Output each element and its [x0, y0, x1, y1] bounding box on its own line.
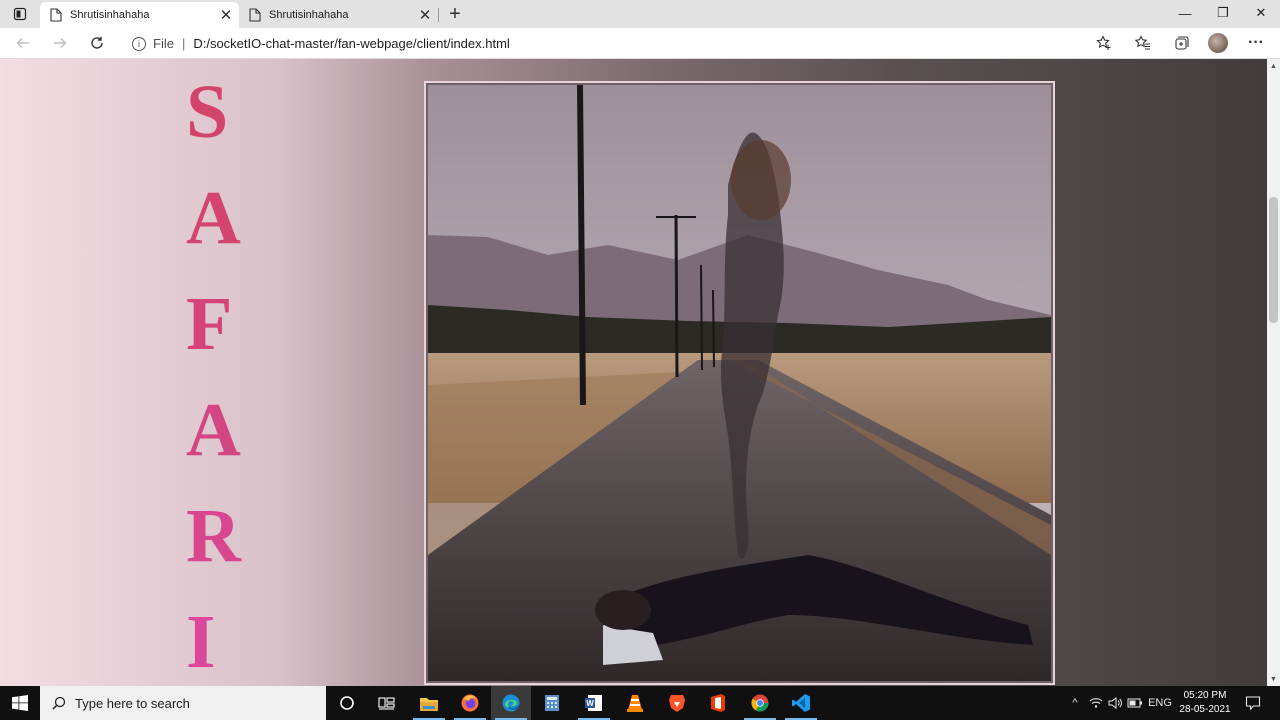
close-tab-button[interactable]: ✕ [414, 4, 436, 26]
profile-avatar[interactable] [1208, 33, 1228, 53]
vertical-title: S A F A R I [186, 59, 266, 686]
maximize-button[interactable]: ❐ [1204, 0, 1242, 26]
file-explorer-icon [420, 698, 438, 711]
back-arrow-icon [16, 38, 29, 48]
notifications-button[interactable] [1240, 686, 1266, 720]
collections-button[interactable] [1169, 32, 1193, 54]
speaker-icon [1108, 697, 1122, 709]
minimize-button[interactable]: — [1166, 0, 1204, 26]
word-icon: W [585, 695, 602, 711]
title-letter: R [186, 494, 241, 578]
tab-title: Shrutisinhahaha [269, 9, 349, 21]
calculator-button[interactable] [532, 686, 572, 720]
tab-1[interactable]: Shrutisinhahaha ✕ [40, 2, 239, 28]
title-letter: A [186, 176, 241, 260]
task-view-icon [378, 697, 395, 710]
tab-2[interactable]: Shrutisinhahaha ✕ [239, 2, 438, 28]
search-placeholder: Type here to search [75, 695, 190, 711]
show-hidden-icons-button[interactable]: ^ [1066, 686, 1084, 720]
tab-actions-icon [13, 7, 27, 21]
refresh-icon [91, 36, 103, 49]
address-bar[interactable]: i File | D:/socketIO-chat-master/fan-web… [120, 30, 1122, 57]
star-plus-icon [1096, 35, 1111, 50]
battery-button[interactable] [1125, 686, 1145, 720]
collections-icon [1175, 36, 1189, 50]
file-explorer-button[interactable] [409, 686, 449, 720]
volume-button[interactable] [1105, 686, 1125, 720]
chrome-icon [751, 694, 769, 712]
forward-arrow-icon [54, 38, 67, 48]
new-tab-button[interactable]: + [444, 3, 466, 25]
calculator-icon [545, 695, 559, 711]
close-tab-button[interactable]: ✕ [215, 4, 237, 26]
settings-more-button[interactable]: ··· [1244, 32, 1268, 54]
vscode-button[interactable] [781, 686, 821, 720]
vlc-icon [627, 695, 643, 712]
close-window-button[interactable]: ✕ [1242, 0, 1280, 26]
notification-icon [1245, 696, 1261, 711]
start-button[interactable] [0, 686, 40, 720]
title-letter: A [186, 388, 241, 472]
taskbar-search[interactable]: Type here to search [40, 686, 326, 720]
windows-logo-icon [12, 695, 28, 711]
office-icon [711, 694, 725, 712]
task-view-button[interactable] [367, 686, 407, 720]
info-icon[interactable]: i [132, 36, 146, 51]
refresh-button[interactable] [84, 31, 110, 55]
wifi-icon [1089, 698, 1103, 708]
vscode-icon [792, 694, 810, 712]
tab-divider [438, 8, 439, 22]
browser-toolbar: i File | D:/socketIO-chat-master/fan-web… [0, 28, 1280, 59]
battery-icon [1127, 698, 1142, 708]
edge-icon [502, 694, 520, 712]
search-icon [52, 696, 66, 710]
tab-strip: Shrutisinhahaha ✕ Shrutisinhahaha ✕ + — … [0, 0, 1280, 28]
address-separator: | [181, 36, 186, 51]
firefox-icon [461, 694, 479, 712]
add-favorite-button[interactable] [1092, 32, 1116, 54]
scroll-down-button[interactable]: ▼ [1267, 672, 1280, 686]
tab-actions-button[interactable] [8, 4, 32, 24]
firefox-button[interactable] [450, 686, 490, 720]
photo-frame [424, 81, 1055, 685]
back-button[interactable] [10, 31, 36, 55]
cortana-button[interactable] [327, 686, 367, 720]
title-letter: F [186, 282, 233, 366]
vertical-scrollbar[interactable]: ▲ ▼ [1267, 59, 1280, 686]
tab-title: Shrutisinhahaha [70, 9, 150, 21]
wifi-button[interactable] [1086, 686, 1106, 720]
title-letter: I [186, 600, 216, 684]
scheme-label: File [153, 36, 174, 51]
chrome-button[interactable] [740, 686, 780, 720]
svg-text:W: W [586, 699, 594, 708]
page-content: S A F A R I [0, 59, 1267, 686]
favorites-icon [1135, 35, 1150, 50]
language-indicator[interactable]: ENG [1147, 686, 1173, 720]
vlc-button[interactable] [615, 686, 655, 720]
clock-date: 28-05-2021 [1179, 704, 1231, 715]
forward-button[interactable] [47, 31, 73, 55]
clock-time: 05:20 PM [1183, 690, 1227, 701]
url-text[interactable]: D:/socketIO-chat-master/fan-webpage/clie… [193, 36, 509, 51]
windows-taskbar: Type here to search W ^ ENG 05:20 PM 28-… [0, 686, 1280, 720]
title-letter: S [186, 70, 229, 154]
office-button[interactable] [698, 686, 738, 720]
edge-button[interactable] [491, 686, 531, 720]
favorites-button[interactable] [1131, 32, 1155, 54]
scroll-thumb[interactable] [1269, 197, 1278, 323]
page-icon [50, 8, 62, 22]
brave-icon [669, 695, 685, 712]
taskbar-clock[interactable]: 05:20 PM 28-05-2021 [1176, 689, 1234, 719]
brave-button[interactable] [657, 686, 697, 720]
page-icon [249, 8, 261, 22]
surreal-road-photo [428, 85, 1051, 681]
scroll-up-button[interactable]: ▲ [1267, 59, 1280, 73]
word-button[interactable]: W [574, 686, 614, 720]
cortana-icon [340, 696, 354, 710]
